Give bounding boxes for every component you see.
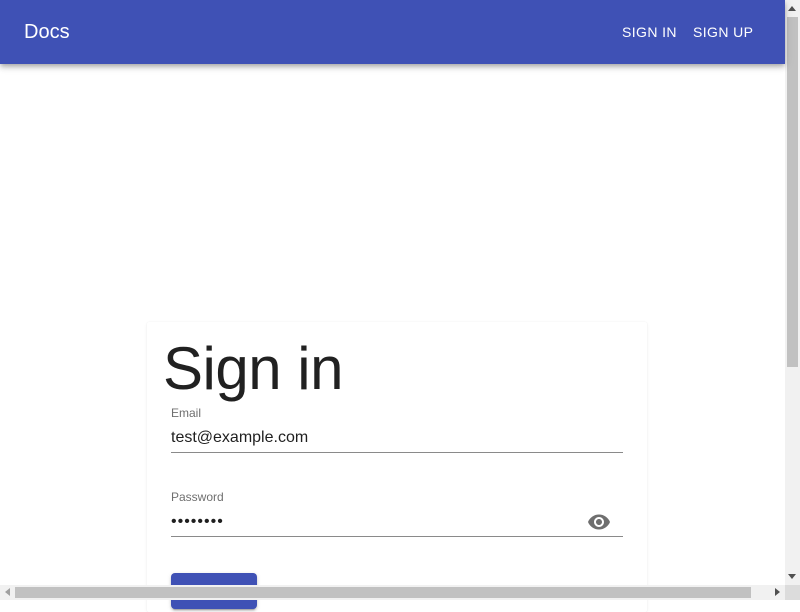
scroll-right-arrow-icon[interactable] (775, 588, 780, 596)
password-field-label: Password (171, 490, 224, 504)
scrollbar-corner (785, 585, 800, 600)
page-title: Sign in (163, 335, 343, 402)
password-field[interactable]: Password •••••••• (171, 490, 623, 537)
sign-in-card: Sign in Email Password •••••••• (147, 322, 647, 612)
password-input[interactable]: •••••••• (171, 512, 571, 532)
scroll-down-arrow-icon[interactable] (788, 574, 796, 579)
nav-sign-up-button[interactable]: SIGN UP (693, 20, 753, 44)
nav-sign-in-button[interactable]: SIGN IN (622, 20, 677, 44)
horizontal-scrollbar[interactable] (0, 585, 785, 600)
eye-icon[interactable] (587, 510, 611, 534)
scroll-up-arrow-icon[interactable] (788, 6, 796, 11)
horizontal-scrollbar-thumb[interactable] (15, 587, 751, 598)
vertical-scrollbar-thumb[interactable] (787, 17, 798, 367)
email-field[interactable]: Email (171, 406, 623, 453)
email-input[interactable] (171, 428, 571, 448)
email-field-label: Email (171, 406, 202, 420)
app-bar: Docs SIGN IN SIGN UP (0, 0, 785, 64)
scroll-left-arrow-icon[interactable] (5, 588, 10, 596)
brand-title[interactable]: Docs (24, 20, 70, 44)
vertical-scrollbar[interactable] (785, 0, 800, 585)
